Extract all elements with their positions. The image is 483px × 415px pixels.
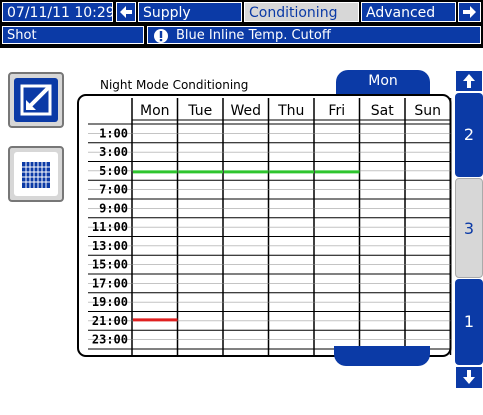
day-header-sat: Sat — [371, 103, 394, 119]
page-2-button[interactable]: 2 — [455, 93, 483, 177]
hour-label: 11:00 — [92, 220, 128, 234]
prev-tab-button[interactable] — [116, 2, 136, 22]
day-header-wed: Wed — [230, 103, 261, 119]
day-header-sun: Sun — [414, 103, 441, 119]
schedule-on-mark-wed — [224, 170, 269, 174]
schedule-on-mark-mon — [133, 170, 178, 174]
arrow-left-icon — [120, 6, 132, 18]
alert-banner[interactable]: Blue Inline Temp. Cutoff — [147, 26, 481, 44]
top-bar: 07/11/11 10:29 Supply Conditioning Advan… — [0, 0, 483, 24]
schedule-on-mark-thu — [269, 170, 314, 174]
tab-advanced[interactable]: Advanced — [361, 2, 456, 22]
tab-conditioning[interactable]: Conditioning — [244, 2, 359, 22]
calendar-button[interactable] — [8, 146, 64, 202]
schedule-off-mark-mon — [133, 318, 178, 322]
arrow-right-icon — [463, 6, 476, 18]
hour-label: 19:00 — [92, 295, 128, 309]
status-bar: Shot Blue Inline Temp. Cutoff — [0, 24, 483, 46]
day-header-tue: Tue — [187, 103, 212, 119]
hour-label: 9:00 — [99, 201, 128, 215]
datetime: 07/11/11 10:29 — [2, 2, 113, 22]
page-scrollbar: 2 3 1 — [455, 70, 483, 415]
tab-supply[interactable]: Supply — [138, 2, 242, 22]
warning-icon — [154, 29, 168, 43]
edit-schedule-button[interactable] — [8, 72, 64, 128]
alert-text: Blue Inline Temp. Cutoff — [176, 28, 331, 43]
arrow-down-icon — [463, 370, 475, 384]
hour-label: 23:00 — [92, 333, 128, 347]
day-header-mon: Mon — [140, 103, 170, 119]
hour-label: 13:00 — [92, 239, 128, 253]
mode-indicator: Shot — [2, 26, 144, 44]
schedule-screen: Night Mode Conditioning Mon Mon Tue Wed Thu… — [0, 46, 483, 389]
hour-label: 17:00 — [92, 276, 128, 290]
schedule-title: Night Mode Conditioning — [100, 78, 249, 92]
hour-label: 3:00 — [99, 145, 128, 159]
page-1-button[interactable]: 1 — [455, 279, 483, 365]
scroll-down-button[interactable] — [455, 366, 483, 389]
arrow-up-icon — [463, 74, 475, 88]
scroll-up-button[interactable] — [455, 70, 483, 92]
day-selector-bottom[interactable] — [334, 346, 430, 366]
schedule-on-mark-tue — [178, 170, 223, 174]
edit-arrow-icon — [20, 84, 52, 116]
grid-frame — [77, 94, 452, 357]
schedule-on-mark-fri — [315, 170, 360, 174]
next-tab-button[interactable] — [458, 2, 481, 22]
day-header-thu: Thu — [277, 103, 304, 119]
hour-label: 21:00 — [92, 314, 128, 328]
page-3-button[interactable]: 3 — [455, 178, 483, 278]
hour-label: 7:00 — [99, 183, 128, 197]
hour-label: 5:00 — [99, 164, 128, 178]
selected-day-tab[interactable]: Mon — [336, 70, 430, 96]
calendar-icon — [22, 162, 50, 188]
hour-label: 15:00 — [92, 258, 128, 272]
hour-label: 1:00 — [99, 126, 128, 140]
day-header-fri: Fri — [328, 103, 345, 119]
